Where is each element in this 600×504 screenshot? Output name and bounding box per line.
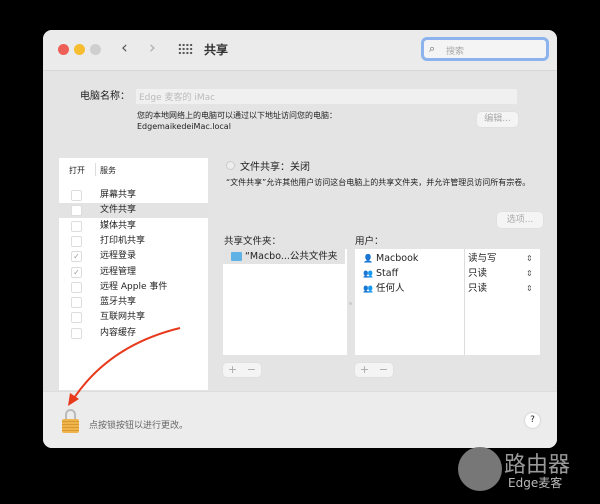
watermark-subtitle: Edge麦客 xyxy=(508,476,563,490)
watermark-logo xyxy=(458,447,502,491)
annotation-arrow xyxy=(68,327,181,406)
